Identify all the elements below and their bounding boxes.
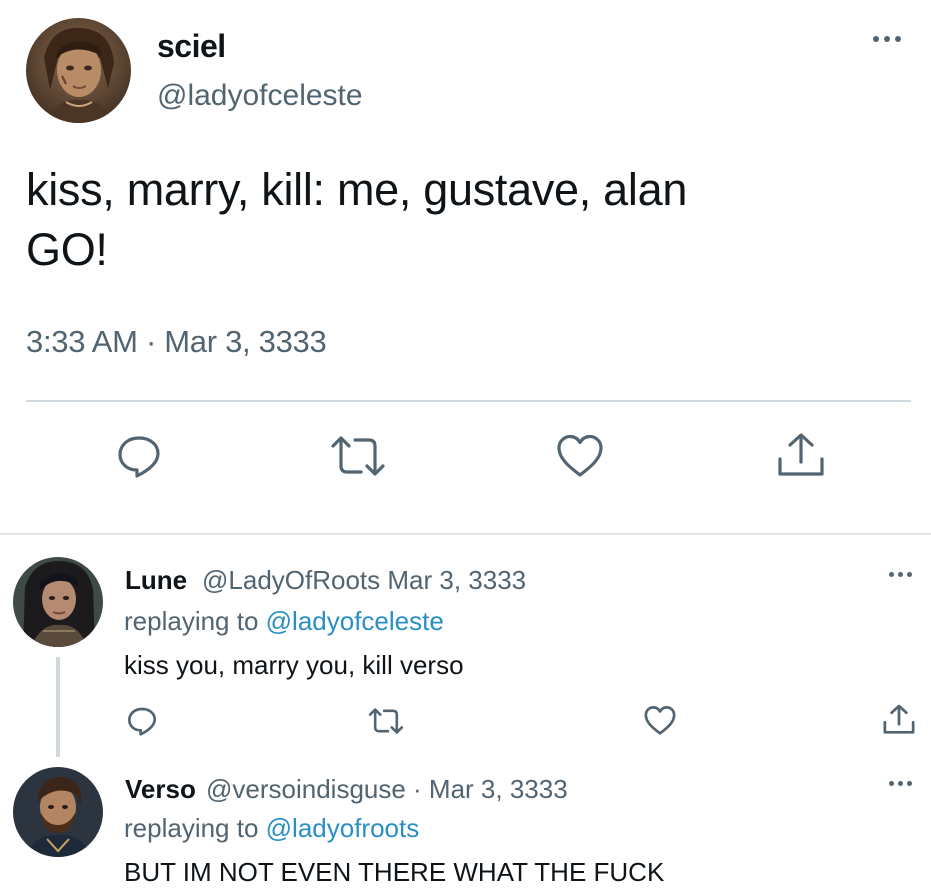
author-handle[interactable]: @ladyofceleste — [157, 76, 363, 116]
retweet-icon — [331, 436, 385, 476]
tweet-text-line: kiss, marry, kill: me, gustave, alan — [26, 164, 688, 215]
reply-more-options-icon[interactable] — [889, 572, 912, 577]
reply-share-button[interactable] — [882, 704, 916, 735]
reply-author-name[interactable]: Lune — [125, 564, 187, 596]
retweet-button[interactable] — [330, 434, 386, 478]
reply-button[interactable] — [115, 432, 163, 480]
share-icon — [778, 433, 824, 476]
tweet-text: kiss, marry, kill: me, gustave, alan GO! — [26, 160, 906, 280]
reply-icon — [118, 436, 160, 478]
reply-retweet-button[interactable] — [368, 707, 404, 735]
replying-prefix: replaying to — [124, 813, 259, 843]
reply-handle-date[interactable]: @versoindisguse · Mar 3, 3333 — [206, 773, 568, 805]
avatar-lune[interactable] — [13, 557, 103, 647]
like-icon — [557, 434, 603, 477]
avatar-verso[interactable] — [13, 767, 103, 857]
reply-handle-date[interactable]: @LadyOfRoots Mar 3, 3333 — [202, 564, 526, 596]
reply-more-options-icon[interactable] — [889, 781, 912, 786]
replying-to: replaying to @ladyofroots — [124, 812, 419, 844]
tweet-timestamp[interactable]: 3:33 AM · Mar 3, 3333 — [26, 322, 327, 362]
reply-text: kiss you, marry you, kill verso — [124, 650, 464, 680]
reply-like-button[interactable] — [643, 705, 677, 736]
replying-to-link[interactable]: @ladyofceleste — [266, 606, 444, 636]
replying-to-link[interactable]: @ladyofroots — [266, 813, 420, 843]
like-button[interactable] — [555, 433, 605, 479]
retweet-icon — [368, 708, 404, 734]
replying-prefix: replaying to — [124, 606, 259, 636]
section-divider — [0, 533, 931, 535]
reply-text: BUT IM NOT EVEN THERE WHAT THE FUCK — [124, 857, 665, 887]
thread-line — [56, 657, 60, 757]
replying-to: replaying to @ladyofceleste — [124, 605, 444, 637]
share-button[interactable] — [776, 432, 826, 478]
reply-author-name[interactable]: Verso — [125, 773, 196, 805]
reply-reply-button[interactable] — [126, 705, 158, 737]
avatar-sciel[interactable] — [26, 18, 131, 123]
reply-icon — [128, 707, 156, 736]
like-icon — [644, 706, 676, 735]
share-icon — [883, 704, 915, 734]
divider — [26, 400, 911, 402]
tweet-text-line: GO! — [26, 224, 108, 275]
author-display-name[interactable]: sciel — [157, 26, 226, 66]
more-options-icon[interactable] — [873, 36, 901, 42]
